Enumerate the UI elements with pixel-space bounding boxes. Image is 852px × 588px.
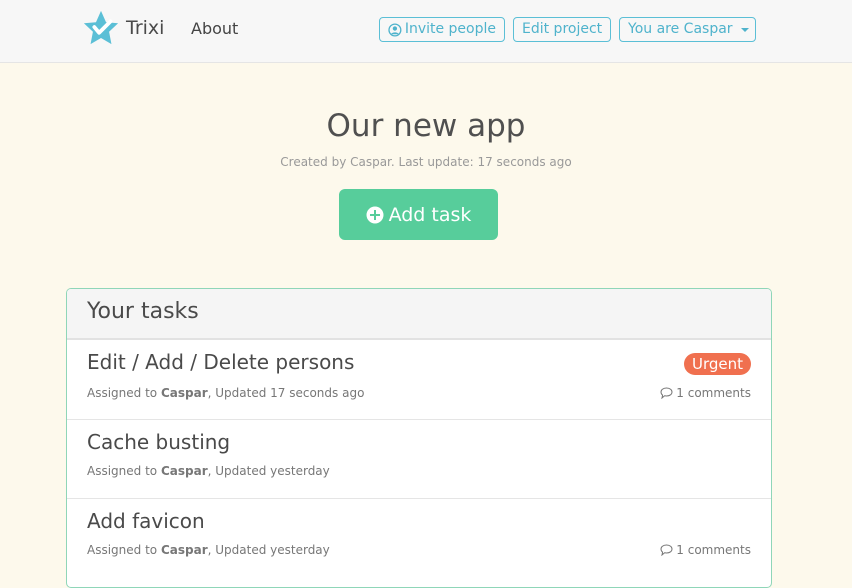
urgent-badge: Urgent xyxy=(683,353,751,375)
task-title: Cache busting xyxy=(87,430,231,454)
task-row[interactable]: Add favicon Assigned to Caspar, Updated … xyxy=(67,499,771,578)
user-menu-label: You are Caspar xyxy=(628,21,733,37)
invite-people-label: Invite people xyxy=(404,21,496,37)
task-meta: Assigned to Caspar, Updated yesterday xyxy=(87,464,330,478)
user-menu-dropdown[interactable]: You are Caspar xyxy=(619,17,756,42)
caret-down-icon xyxy=(740,27,749,32)
task-row[interactable]: Cache busting Assigned to Caspar, Update… xyxy=(67,420,771,499)
comments-count: 1 comments xyxy=(676,543,751,557)
add-task-button[interactable]: Add task xyxy=(339,189,498,240)
brand-name: Trixi xyxy=(126,17,165,39)
star-check-logo-icon xyxy=(83,10,119,45)
updated-text: , Updated yesterday xyxy=(207,464,330,478)
assigned-prefix: Assigned to xyxy=(87,464,158,478)
assignee-name: Caspar xyxy=(160,464,208,478)
project-subtitle: Created by Caspar. Last update: 17 secon… xyxy=(280,155,572,169)
comments-link[interactable]: 1 comments xyxy=(660,543,751,557)
task-title: Edit / Add / Delete persons xyxy=(87,350,355,374)
user-circle-icon xyxy=(388,22,402,37)
task-meta: Assigned to Caspar, Updated 17 seconds a… xyxy=(87,386,364,400)
tasks-panel: Your tasks Edit / Add / Delete persons U… xyxy=(66,288,772,588)
assignee-name: Caspar xyxy=(160,543,208,557)
assigned-prefix: Assigned to xyxy=(87,543,158,557)
comments-link[interactable]: 1 comments xyxy=(660,386,751,400)
invite-people-button[interactable]: Invite people xyxy=(379,17,505,42)
updated-text: , Updated yesterday xyxy=(207,543,330,557)
edit-project-label: Edit project xyxy=(522,21,603,37)
assigned-prefix: Assigned to xyxy=(87,386,158,400)
nav-about-link[interactable]: About xyxy=(191,19,238,38)
comment-icon xyxy=(660,387,673,399)
task-title: Add favicon xyxy=(87,509,205,533)
updated-text: , Updated 17 seconds ago xyxy=(207,386,365,400)
assignee-name: Caspar xyxy=(160,386,208,400)
navbar: Trixi About Invite people Edit project Y… xyxy=(0,0,852,63)
project-title: Our new app xyxy=(326,108,526,144)
comments-count: 1 comments xyxy=(676,386,751,400)
task-row[interactable]: Edit / Add / Delete persons Urgent Assig… xyxy=(67,340,771,420)
plus-circle-icon xyxy=(366,206,384,223)
comment-icon xyxy=(660,544,673,556)
tasks-panel-heading: Your tasks xyxy=(67,289,771,340)
edit-project-button[interactable]: Edit project xyxy=(513,17,611,42)
add-task-label: Add task xyxy=(388,203,472,226)
brand-link[interactable]: Trixi xyxy=(82,9,164,47)
task-meta: Assigned to Caspar, Updated yesterday xyxy=(87,543,330,557)
